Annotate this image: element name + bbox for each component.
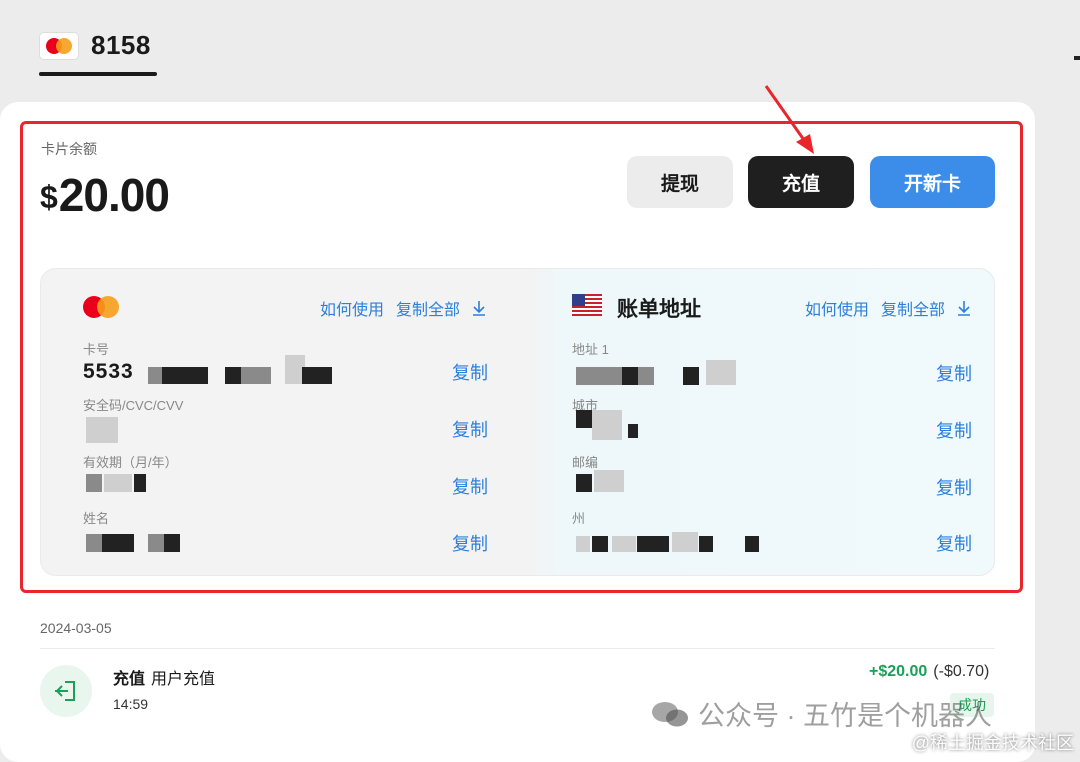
wechat-icon (652, 701, 688, 726)
card-last4: 8158 (91, 30, 151, 60)
amount-fee: (-$0.70) (933, 663, 990, 680)
deposit-icon (40, 665, 92, 717)
transaction-title[interactable]: 充值 用户充值 (113, 665, 215, 689)
watermark-secondary: @稀土掘金技术社区 (911, 733, 1074, 753)
edge-mark (1074, 56, 1080, 60)
watermark-primary: 公众号 · 五竹是个机器人 (650, 694, 992, 733)
tab-underline (39, 72, 157, 76)
transaction-time: 14:59 (113, 696, 149, 712)
mastercard-icon (39, 31, 79, 60)
transaction-type: 充值 (113, 671, 146, 688)
divider (40, 648, 995, 649)
transaction-desc: 用户充值 (151, 671, 216, 688)
transaction-date: 2024-03-05 (40, 620, 112, 636)
top-bar (0, 0, 1080, 100)
card-tab[interactable]: 8158 (39, 30, 151, 61)
red-highlight-annotation (20, 121, 1023, 593)
watermark-primary-text: 公众号 · 五竹是个机器人 (698, 701, 992, 731)
transaction-amount: +$20.00 (-$0.70) (869, 663, 989, 681)
amount-positive: +$20.00 (869, 663, 928, 680)
